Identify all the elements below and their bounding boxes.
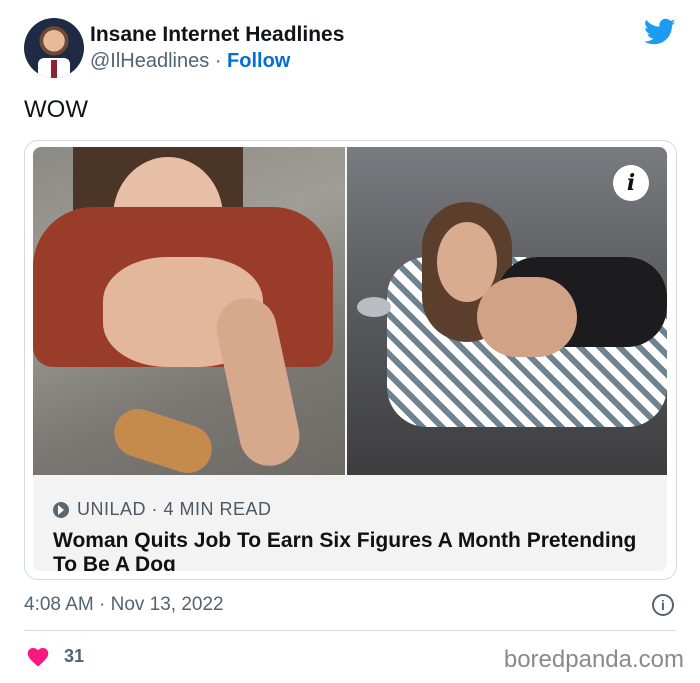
article-photo-left [33,147,345,475]
heart-icon[interactable] [26,645,50,667]
separator-dot: · [214,50,222,72]
article-source-label: UNILAD · 4 MIN READ [77,499,272,519]
author-name[interactable]: Insane Internet Headlines [90,23,344,47]
twitter-bird-icon[interactable] [644,18,676,46]
link-card-inner: i UNILAD · 4 MIN READ Woman Quits Job To… [33,147,667,571]
divider [24,630,676,631]
tweet-timestamp[interactable]: 4:08 AM · Nov 13, 2022 [24,594,224,616]
info-icon[interactable]: i [613,165,649,201]
tweet-header: Insane Internet Headlines @IlHeadlines ·… [24,18,676,80]
source-play-icon [53,501,69,518]
watermark: boredpanda.com [503,646,684,673]
follow-button[interactable]: Follow [227,50,290,72]
avatar-tie [51,60,57,78]
like-count: 31 [64,645,85,666]
handle-row: @IlHeadlines · Follow [90,50,290,73]
article-source: UNILAD · 4 MIN READ [53,499,272,520]
tweet-text: WOW [24,96,88,123]
article-headline[interactable]: Woman Quits Job To Earn Six Figures A Mo… [53,529,653,571]
like-button[interactable]: 31 [26,645,84,667]
link-card[interactable]: i UNILAD · 4 MIN READ Woman Quits Job To… [24,140,677,580]
author-handle[interactable]: @IlHeadlines [90,50,209,72]
avatar[interactable] [24,18,84,78]
tweet-info-icon[interactable]: i [652,594,674,616]
